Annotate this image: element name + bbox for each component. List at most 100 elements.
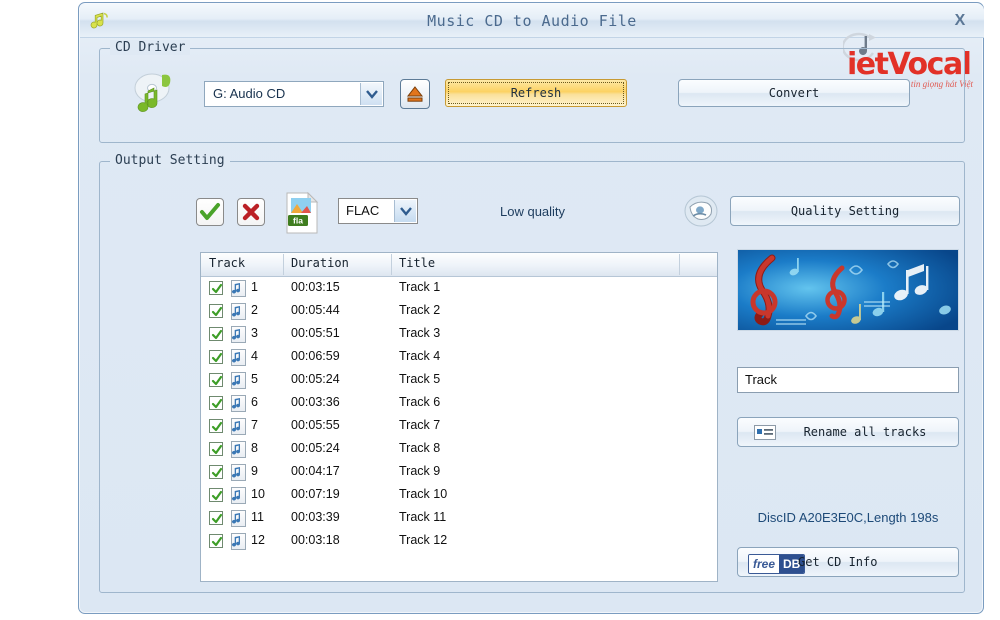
track-title: Track 1 xyxy=(399,280,441,294)
track-number: 2 xyxy=(251,303,258,317)
title-bar: Music CD to Audio File X xyxy=(80,4,984,38)
flac-file-icon: fla xyxy=(284,191,320,234)
application-window: Music CD to Audio File X ietVocal Tự tin… xyxy=(78,2,984,614)
audio-track-icon xyxy=(231,510,246,527)
track-duration: 00:05:51 xyxy=(291,326,340,340)
track-duration: 00:05:24 xyxy=(291,441,340,455)
track-title: Track 8 xyxy=(399,441,441,455)
select-all-button[interactable] xyxy=(196,198,224,226)
deselect-all-button[interactable] xyxy=(237,198,265,226)
table-row[interactable]: 11 00:03:39 Track 11 xyxy=(201,507,717,530)
chevron-down-icon[interactable] xyxy=(360,83,382,105)
track-checkbox[interactable] xyxy=(209,442,223,456)
table-row[interactable]: 7 00:05:55 Track 7 xyxy=(201,415,717,438)
track-duration: 00:03:18 xyxy=(291,533,340,547)
table-body: 1 00:03:15 Track 1 2 00:05:44 Track 2 3 00:05:5… xyxy=(201,277,717,553)
table-row[interactable]: 9 00:04:17 Track 9 xyxy=(201,461,717,484)
track-checkbox[interactable] xyxy=(209,396,223,410)
table-row[interactable]: 12 00:03:18 Track 12 xyxy=(201,530,717,553)
table-row[interactable]: 2 00:05:44 Track 2 xyxy=(201,300,717,323)
track-duration: 00:06:59 xyxy=(291,349,340,363)
track-checkbox[interactable] xyxy=(209,350,223,364)
track-duration: 00:03:39 xyxy=(291,510,340,524)
track-checkbox[interactable] xyxy=(209,488,223,502)
track-checkbox[interactable] xyxy=(209,534,223,548)
audio-track-icon xyxy=(231,441,246,458)
format-select[interactable]: FLAC xyxy=(338,198,418,224)
column-header-duration[interactable]: Duration xyxy=(291,256,349,270)
table-row[interactable]: 6 00:03:36 Track 6 xyxy=(201,392,717,415)
track-checkbox[interactable] xyxy=(209,465,223,479)
track-duration: 00:03:36 xyxy=(291,395,340,409)
track-checkbox[interactable] xyxy=(209,281,223,295)
track-title: Track 2 xyxy=(399,303,441,317)
track-title: Track 3 xyxy=(399,326,441,340)
track-duration: 00:05:24 xyxy=(291,372,340,386)
table-row[interactable]: 3 00:05:51 Track 3 xyxy=(201,323,717,346)
table-row[interactable]: 5 00:05:24 Track 5 xyxy=(201,369,717,392)
track-number: 3 xyxy=(251,326,258,340)
get-cd-info-label: Get CD Info xyxy=(798,555,878,569)
track-title: Track 5 xyxy=(399,372,441,386)
header-divider xyxy=(679,254,680,275)
audio-track-icon xyxy=(231,280,246,297)
track-title: Track 6 xyxy=(399,395,441,409)
track-title: Track 4 xyxy=(399,349,441,363)
track-title: Track 11 xyxy=(399,510,447,524)
track-number: 6 xyxy=(251,395,258,409)
table-row[interactable]: 1 00:03:15 Track 1 xyxy=(201,277,717,300)
quality-setting-button[interactable]: Quality Setting xyxy=(730,196,960,226)
output-setting-group-title: Output Setting xyxy=(110,153,230,168)
track-checkbox[interactable] xyxy=(209,327,223,341)
table-row[interactable]: 8 00:05:24 Track 8 xyxy=(201,438,717,461)
rename-all-tracks-button[interactable]: Rename all tracks xyxy=(737,417,959,447)
track-number: 4 xyxy=(251,349,258,363)
track-duration: 00:05:55 xyxy=(291,418,340,432)
svg-text:fla: fla xyxy=(293,216,303,226)
refresh-button-label: Refresh xyxy=(510,86,562,100)
audio-track-icon xyxy=(231,533,246,550)
track-title: Track 7 xyxy=(399,418,441,432)
freedb-logo-free: free xyxy=(749,555,780,573)
close-icon[interactable]: X xyxy=(948,10,972,32)
quality-setting-button-label: Quality Setting xyxy=(790,204,900,218)
track-number: 1 xyxy=(251,280,258,294)
table-row[interactable]: 4 00:06:59 Track 4 xyxy=(201,346,717,369)
table-row[interactable]: 10 00:07:19 Track 10 xyxy=(201,484,717,507)
header-divider xyxy=(283,254,284,275)
chevron-down-icon[interactable] xyxy=(394,200,416,222)
track-checkbox[interactable] xyxy=(209,419,223,433)
window-title: Music CD to Audio File xyxy=(427,12,637,30)
cd-disc-icon xyxy=(128,69,180,117)
column-header-track[interactable]: Track xyxy=(209,256,245,270)
audio-track-icon xyxy=(231,487,246,504)
audio-track-icon xyxy=(231,372,246,389)
discid-text: DiscID A20E3E0C,Length 198s xyxy=(757,510,939,525)
cd-driver-group: CD Driver G: Audio CD Refresh Convert xyxy=(99,40,965,143)
drive-select[interactable]: G: Audio CD xyxy=(204,81,384,107)
track-checkbox[interactable] xyxy=(209,304,223,318)
track-duration: 00:03:15 xyxy=(291,280,340,294)
table-header-row: Track Duration Title xyxy=(201,253,717,277)
header-divider xyxy=(391,254,392,275)
refresh-button[interactable]: Refresh xyxy=(445,79,627,107)
track-title: Track 9 xyxy=(399,464,441,478)
format-select-value: FLAC xyxy=(346,203,380,218)
track-number: 8 xyxy=(251,441,258,455)
quality-text: Low quality xyxy=(500,204,566,219)
eject-button[interactable] xyxy=(400,79,430,109)
track-checkbox[interactable] xyxy=(209,511,223,525)
track-number: 9 xyxy=(251,464,258,478)
track-table[interactable]: Track Duration Title 1 00:03:15 Track 1 2 00… xyxy=(200,252,718,582)
track-duration: 00:07:19 xyxy=(291,487,340,501)
convert-button[interactable]: Convert xyxy=(678,79,910,107)
track-name-input[interactable]: Track xyxy=(737,367,959,393)
rename-all-tracks-label: Rename all tracks xyxy=(803,425,927,439)
column-header-title[interactable]: Title xyxy=(399,256,435,270)
track-checkbox[interactable] xyxy=(209,373,223,387)
audio-track-icon xyxy=(231,418,246,435)
track-duration: 00:05:44 xyxy=(291,303,340,317)
get-cd-info-button[interactable]: free DB Get CD Info xyxy=(737,547,959,577)
output-setting-group: Output Setting fla FLAC Low quality Qual… xyxy=(99,153,965,593)
track-number: 7 xyxy=(251,418,258,432)
